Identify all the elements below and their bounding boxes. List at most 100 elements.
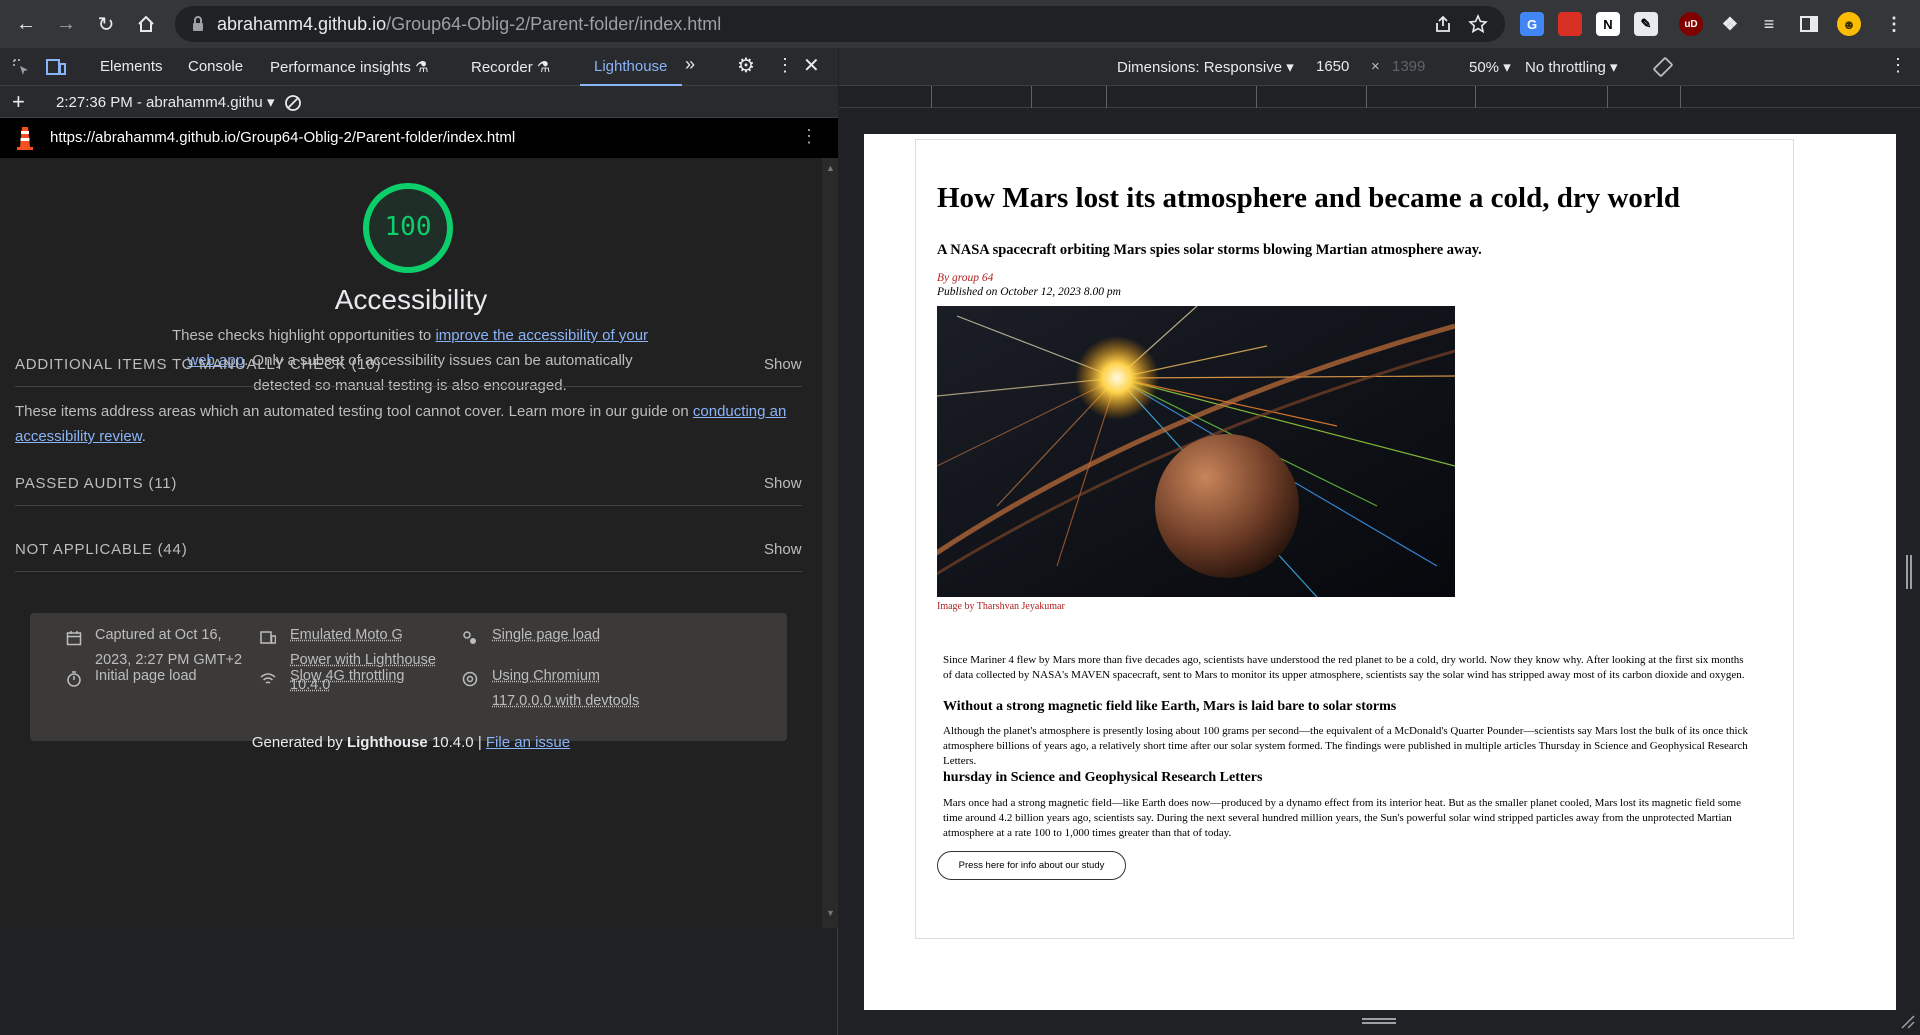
tab-console[interactable]: Console (188, 58, 243, 75)
report-url-bar: https://abrahamm4.github.io/Group64-Obli… (0, 118, 838, 158)
resize-corner-icon[interactable] (1898, 1012, 1916, 1030)
tab-lighthouse[interactable]: Lighthouse (594, 58, 667, 75)
article-paragraph-1: Since Mariner 4 flew by Mars more than f… (943, 654, 1745, 681)
report-menu-icon[interactable]: ⋮ (800, 126, 818, 147)
edit-extension-icon[interactable]: ✎ (1634, 12, 1658, 36)
article-paragraph-2: Although the planet's atmosphere is pres… (943, 725, 1748, 767)
reading-list-icon[interactable]: ≡ (1757, 12, 1781, 36)
clear-reports-icon[interactable] (284, 94, 302, 112)
inspect-element-icon[interactable] (12, 58, 30, 76)
experiment-flask-icon: ⚗ (536, 59, 551, 76)
lock-icon[interactable] (189, 15, 207, 33)
initial-page-load: Initial page load (95, 668, 197, 684)
translate-extension-icon[interactable]: G (1520, 12, 1544, 36)
scroll-up-arrow-icon[interactable]: ▲ (826, 163, 835, 173)
report-selector[interactable]: 2:27:36 PM - abrahamm4.githu ▾ (56, 93, 274, 111)
report-url[interactable]: https://abrahamm4.github.io/Group64-Obli… (50, 129, 515, 146)
address-bar[interactable]: abrahamm4.github.io/Group64-Oblig-2/Pare… (175, 6, 1505, 42)
group-manual-check-title[interactable]: ADDITIONAL ITEMS TO MANUALLY CHECK (10) (15, 356, 381, 373)
browser-toolbar: ← → ↻ abrahamm4.github.io/Group64-Oblig-… (0, 0, 1920, 48)
group-not-applicable-show[interactable]: Show (764, 541, 802, 558)
score-value: 100 (384, 212, 432, 242)
runtime-settings: Captured at Oct 16, 2023, 2:27 PM GMT+2 … (30, 613, 787, 741)
zoom-select[interactable]: 50% ▾ (1469, 58, 1511, 76)
devtools-menu-icon[interactable]: ⋮ (776, 55, 794, 76)
article-title: How Mars lost its atmosphere and became … (937, 182, 1680, 214)
article-paragraph-3: Mars once had a strong magnetic field—li… (943, 797, 1741, 839)
lighthouse-toolbar: + 2:27:36 PM - abrahamm4.githu ▾ (0, 86, 838, 118)
single-load-icon (463, 631, 476, 644)
tab-recorder[interactable]: Recorder ⚗ (471, 58, 550, 76)
resize-handle-right[interactable] (1906, 555, 1912, 589)
experiment-flask-icon: ⚗ (415, 59, 429, 76)
single-page-load[interactable]: Single page load (492, 623, 600, 648)
more-tabs-chevron-icon[interactable]: » (685, 54, 695, 75)
throttling-select[interactable]: No throttling ▾ (1525, 58, 1618, 76)
rotate-icon[interactable] (1652, 56, 1674, 78)
report-scrollbar[interactable]: ▲ ▼ (822, 158, 838, 928)
lighthouse-logo-icon (17, 127, 33, 150)
image-credit: Image by Tharshvan Jeyakumar (937, 601, 1065, 612)
group-manual-check-show[interactable]: Show (764, 356, 802, 373)
category-title: Accessibility (334, 284, 488, 315)
group-not-applicable-title[interactable]: NOT APPLICABLE (44) (15, 541, 188, 558)
notion-extension-icon[interactable]: N (1596, 12, 1620, 36)
browser-version[interactable]: Using Chromium 117.0.0.0 with devtools (492, 664, 652, 714)
article-byline: By group 64 (937, 272, 994, 284)
manual-check-description: These items address areas which an autom… (15, 403, 787, 445)
profile-avatar[interactable]: ☻ (1837, 12, 1861, 36)
divider (15, 571, 802, 572)
article-published-date: Published on October 12, 2023 8.00 pm (937, 286, 1121, 298)
reader-extension-icon[interactable] (1558, 12, 1582, 36)
dropdown-caret-icon: ▾ (1286, 59, 1294, 76)
url-text[interactable]: abrahamm4.github.io/Group64-Oblig-2/Pare… (217, 14, 721, 35)
calendar-icon (66, 631, 82, 646)
resize-handle-bottom[interactable] (1362, 1018, 1396, 1024)
device-toolbar: Dimensions: Responsive ▾ 1650 × 1399 50%… (839, 48, 1920, 86)
chromium-icon (462, 671, 478, 687)
dropdown-caret-icon: ▾ (266, 94, 275, 111)
share-icon[interactable] (1433, 14, 1453, 34)
scroll-down-arrow-icon[interactable]: ▼ (826, 908, 835, 918)
chrome-menu-icon[interactable]: ⋮ (1882, 12, 1906, 36)
devtools-tab-bar: Elements Console Performance insights ⚗ … (0, 48, 838, 86)
width-input[interactable]: 1650 (1316, 58, 1349, 75)
back-arrow-icon[interactable]: ← (12, 10, 40, 38)
divider (15, 386, 802, 387)
device-toolbar-menu-icon[interactable]: ⋮ (1889, 55, 1907, 76)
study-info-button[interactable]: Press here for info about our study (937, 851, 1126, 880)
network-wifi-icon (260, 673, 276, 684)
dropdown-caret-icon: ▾ (1610, 59, 1618, 76)
new-report-plus-icon[interactable]: + (12, 89, 25, 115)
height-input[interactable]: 1399 (1392, 58, 1425, 75)
emulated-viewport: How Mars lost its atmosphere and became … (864, 134, 1896, 1010)
ublock-extension-icon[interactable]: uD (1679, 12, 1703, 36)
timer-icon (67, 671, 81, 687)
mars-solar-wind-image (937, 306, 1455, 597)
article-heading-1: Without a strong magnetic field like Ear… (943, 699, 1397, 714)
article-card: How Mars lost its atmosphere and became … (915, 139, 1794, 939)
article-subtitle: A NASA spacecraft orbiting Mars spies so… (937, 242, 1482, 258)
tab-elements[interactable]: Elements (100, 58, 163, 75)
media-query-ruler (839, 86, 1920, 108)
device-icon (260, 631, 276, 644)
extensions-puzzle-icon[interactable]: ❖ (1718, 12, 1742, 36)
reload-icon[interactable]: ↻ (92, 10, 120, 38)
file-an-issue-link[interactable]: File an issue (486, 734, 570, 751)
group-passed-audits-show[interactable]: Show (764, 475, 802, 492)
home-icon[interactable] (132, 10, 160, 38)
group-passed-audits-title[interactable]: PASSED AUDITS (11) (15, 475, 177, 492)
divider (15, 505, 802, 506)
tab-performance-insights[interactable]: Performance insights ⚗ (270, 58, 429, 76)
devtools-panel: Elements Console Performance insights ⚗ … (0, 48, 838, 1035)
dimension-times-icon: × (1371, 58, 1380, 75)
device-toolbar-icon[interactable] (46, 58, 66, 76)
dimensions-select[interactable]: Dimensions: Responsive ▾ (1117, 58, 1294, 76)
close-devtools-icon[interactable]: ✕ (803, 53, 820, 78)
bookmark-star-icon[interactable] (1468, 14, 1488, 34)
settings-gear-icon[interactable]: ⚙ (737, 53, 755, 78)
report-footer: Generated by Lighthouse 10.4.0 | File an… (251, 734, 571, 751)
side-panel-icon[interactable] (1797, 12, 1821, 36)
network-throttling[interactable]: Slow 4G throttling (290, 664, 404, 689)
forward-arrow-icon[interactable]: → (52, 10, 80, 38)
